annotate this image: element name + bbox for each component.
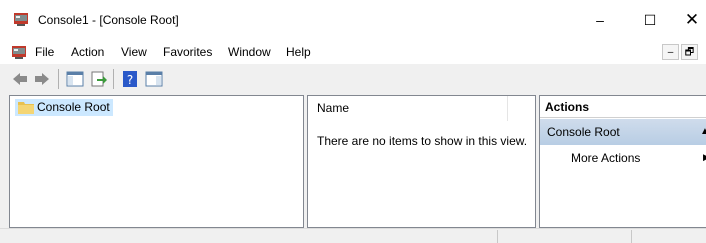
show-hide-tree-icon[interactable] (66, 70, 84, 88)
actions-pane: Actions Console Root ▲ More Actions ▶ (539, 95, 706, 228)
mdi-minimize-button[interactable]: – (662, 44, 679, 60)
tree-pane: Console Root (9, 95, 304, 228)
toolbar-separator (58, 69, 59, 89)
window-title: Console1 - [Console Root] (38, 13, 179, 27)
menu-bar: File Action View Favorites Window Help (0, 40, 706, 64)
mmc-console-icon[interactable] (11, 44, 27, 60)
show-hide-action-pane-icon[interactable] (145, 70, 163, 88)
close-button[interactable]: ✕ (672, 8, 706, 32)
menu-action[interactable]: Action (71, 45, 104, 59)
back-icon[interactable] (11, 70, 29, 88)
toolbar-separator (113, 69, 114, 89)
minimize-button[interactable]: – (580, 8, 620, 32)
actions-section-title: Console Root (547, 125, 620, 139)
folder-icon (18, 102, 34, 114)
forward-icon[interactable] (33, 70, 51, 88)
empty-list-message: There are no items to show in this view. (317, 134, 528, 148)
status-bar (0, 228, 706, 243)
action-more-actions[interactable]: More Actions (571, 151, 640, 165)
title-bar: Console1 - [Console Root] – ☐ ✕ (0, 0, 706, 40)
list-pane: Name There are no items to show in this … (307, 95, 536, 228)
maximize-button[interactable]: ☐ (630, 8, 670, 32)
mmc-console-icon (14, 13, 28, 26)
svg-text:?: ? (127, 73, 133, 87)
toolbar: ? (0, 64, 706, 93)
collapse-arrow-icon[interactable]: ▲ (700, 119, 706, 145)
menu-view[interactable]: View (121, 45, 147, 59)
column-header-name[interactable]: Name (308, 96, 508, 121)
mdi-restore-button[interactable]: 🗗 (681, 44, 698, 60)
tree-item-label: Console Root (37, 100, 110, 114)
actions-header: Actions (540, 96, 706, 118)
status-separator (631, 230, 632, 243)
menu-window[interactable]: Window (228, 45, 271, 59)
tree-item-console-root[interactable]: Console Root (15, 99, 113, 116)
export-list-icon[interactable] (90, 70, 108, 88)
menu-favorites[interactable]: Favorites (163, 45, 212, 59)
menu-help[interactable]: Help (286, 45, 311, 59)
actions-section-console-root[interactable]: Console Root ▲ (540, 119, 706, 145)
help-icon[interactable]: ? (121, 70, 139, 88)
menu-file[interactable]: File (35, 45, 54, 59)
status-separator (497, 230, 498, 243)
